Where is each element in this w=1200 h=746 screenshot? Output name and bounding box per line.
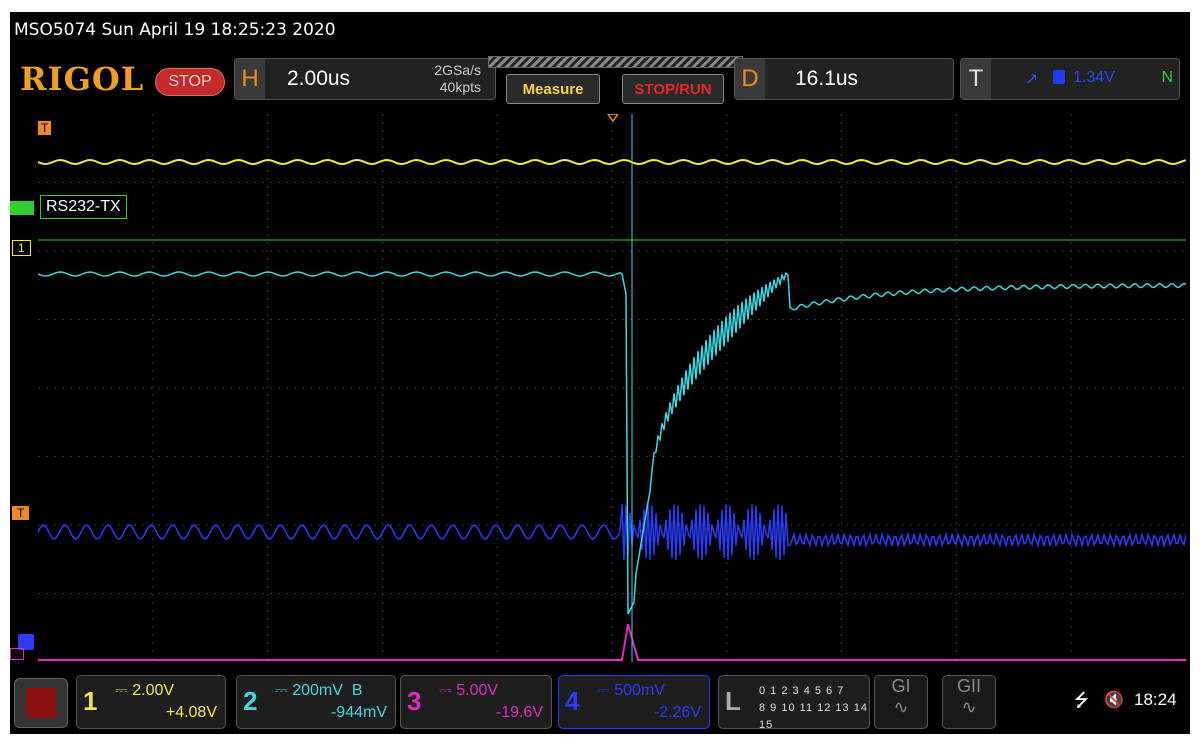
ch3-number: 3: [407, 686, 422, 716]
status-clock: 18:24: [1134, 690, 1177, 709]
ch1-offset-marker[interactable]: 1: [12, 240, 31, 256]
ch2-panel[interactable]: 2 ⎓ 200mV B -944mV: [236, 675, 396, 729]
ch3-offset: -19.6V: [495, 704, 543, 721]
logic-channel-list: 0 1 2 3 4 5 6 7 8 9 10 11 12 13 14 15: [759, 683, 869, 734]
oscilloscope-screen: MSO5074 Sun April 19 18:25:23 2020 RIGOL…: [10, 12, 1190, 734]
digital-channel-marker[interactable]: [10, 201, 34, 215]
sine-wave-icon: ∿: [893, 697, 909, 717]
trigger-level-marker[interactable]: T: [38, 121, 52, 135]
ch1-number: 1: [83, 686, 98, 716]
ch3-scale: ⎓ 5.00V: [439, 682, 499, 699]
sample-info: 2GSa/s 40kpts: [434, 62, 481, 96]
ch1-scale: ⎓ 2.00V: [115, 682, 175, 699]
ch1-offset: +4.08V: [165, 704, 217, 721]
decoder-2-label: GII: [956, 676, 981, 696]
delay-value: 16.1us: [795, 67, 859, 90]
mute-icon[interactable]: 🔇: [1104, 690, 1124, 710]
logic-row-1: 0 1 2 3 4 5 6 7: [759, 685, 845, 697]
ch2-bandwidth-limit: B: [351, 682, 363, 699]
decoder-2-button[interactable]: GII ∿: [942, 675, 996, 729]
trigger-source-chip: [1053, 70, 1065, 84]
ch4-panel[interactable]: 4 ⎓ 500mV -2.26V: [558, 675, 710, 729]
ch2-number: 2: [243, 686, 258, 716]
sample-rate: 2GSa/s: [434, 62, 481, 78]
horizontal-timebase-panel[interactable]: H 2.00us 2GSa/s 40kpts: [234, 58, 496, 100]
logic-row-2: 8 9 10 11 12 13 14 15: [759, 702, 868, 731]
sine-wave-icon: ∿: [961, 697, 977, 717]
ch2-offset: -944mV: [330, 704, 387, 721]
rs232-label: RS232-TX: [40, 195, 127, 219]
rising-edge-icon: ↗: [1025, 71, 1039, 88]
logic-tag: L: [725, 686, 741, 716]
usb-icon: ⭍: [1074, 690, 1089, 710]
ch3-panel[interactable]: 3 ⎓ 5.00V -19.6V: [400, 675, 552, 729]
device-info: MSO5074 Sun April 19 18:25:23 2020: [14, 20, 336, 40]
trigger-mode: N: [1161, 69, 1173, 86]
memory-position-bar[interactable]: [488, 56, 743, 68]
measure-button[interactable]: Measure: [506, 74, 600, 104]
trigger-level: 1.34V: [1073, 69, 1115, 86]
delay-panel[interactable]: D 16.1us: [734, 58, 954, 100]
ch4-number: 4: [565, 686, 580, 716]
logic-analyzer-panel[interactable]: L 0 1 2 3 4 5 6 7 8 9 10 11 12 13 14 15: [718, 675, 870, 731]
decoder-1-label: GI: [891, 676, 911, 696]
delay-tag: D: [735, 59, 765, 99]
horizontal-tag: H: [235, 59, 265, 99]
run-state-badge: STOP: [155, 68, 225, 96]
timebase-value: 2.00us: [287, 67, 351, 90]
ch1-panel[interactable]: 1 ⎓ 2.00V +4.08V: [76, 675, 226, 729]
ch4-offset: -2.26V: [653, 704, 701, 721]
ch4-trigger-marker[interactable]: T: [12, 506, 30, 520]
ch3-offset-marker[interactable]: [10, 648, 24, 660]
waveform-graticule[interactable]: [38, 114, 1186, 662]
memory-depth: 40kpts: [439, 79, 481, 95]
decoder-1-button[interactable]: GI ∿: [874, 675, 928, 729]
ch2-scale: ⎓ 200mV B: [275, 682, 363, 699]
menu-icon: [26, 688, 56, 718]
stop-run-button[interactable]: STOP/RUN: [622, 74, 724, 104]
trigger-tag: T: [961, 59, 991, 99]
channel-menu-button[interactable]: [14, 678, 68, 728]
trigger-panel[interactable]: T ↗ 1.34V N: [960, 58, 1180, 100]
ch4-scale: ⎓ 500mV: [597, 682, 665, 699]
brand-logo: RIGOL: [20, 60, 145, 98]
